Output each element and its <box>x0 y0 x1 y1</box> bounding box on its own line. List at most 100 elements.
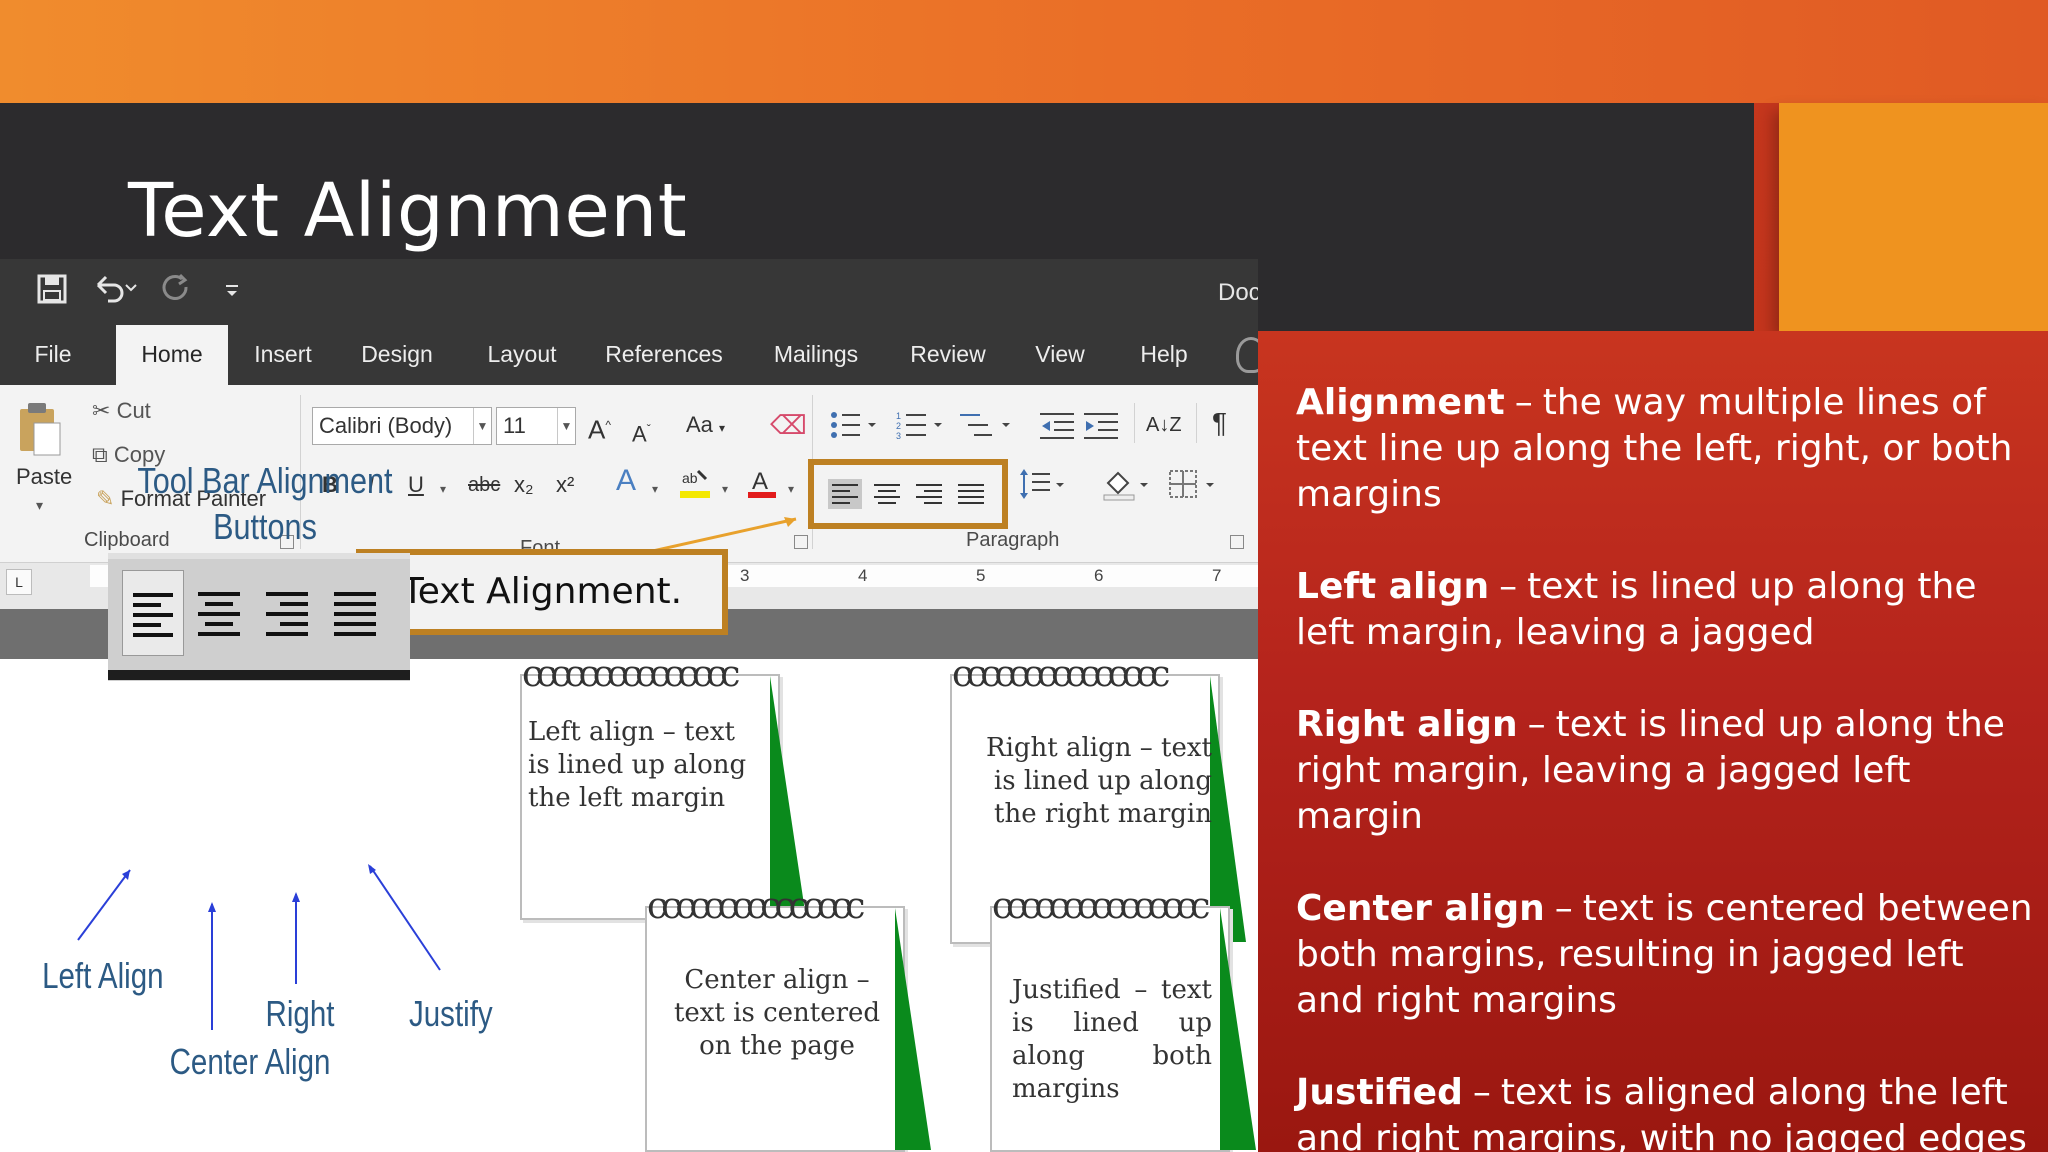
definition-separator: – <box>1499 566 1518 607</box>
definition-separator: – <box>1514 382 1533 423</box>
highlight-icon[interactable]: ab <box>678 467 712 506</box>
chevron-down-icon[interactable]: ▾ <box>36 491 43 519</box>
notepad-text: Center align – text is centered on the p… <box>673 965 881 1061</box>
group-divider <box>1196 403 1197 443</box>
underline-button[interactable]: U <box>408 471 424 499</box>
numbering-icon[interactable]: 123 <box>896 409 944 448</box>
definition-term: Alignment <box>1296 382 1505 423</box>
slide-title: Text Alignment <box>128 168 688 254</box>
alignment-buttons-highlight <box>808 459 1008 529</box>
definition-alignment: Alignment – the way multiple lines of text… <box>1296 380 2036 518</box>
strikethrough-button[interactable]: abc <box>468 471 500 499</box>
font-name-combo[interactable]: Calibri (Body) ▼ <box>312 407 492 445</box>
tab-file[interactable]: File <box>18 325 88 385</box>
spiral-rings: ccccccccccccccc <box>992 892 1210 922</box>
svg-text:2: 2 <box>896 421 901 431</box>
tab-view[interactable]: View <box>1030 325 1090 385</box>
redo-icon[interactable] <box>160 273 192 313</box>
definition-left-align: Left align – text is lined up along the le… <box>1296 564 2036 656</box>
text-effects-icon[interactable]: A <box>616 466 636 496</box>
svg-text:ab: ab <box>682 470 698 486</box>
tab-stop-selector[interactable]: L <box>6 569 32 595</box>
clear-formatting-icon[interactable]: ⌫ <box>770 411 807 439</box>
borders-icon[interactable] <box>1168 467 1216 508</box>
copy-icon: ⧉ <box>92 442 108 467</box>
spiral-rings: ccccccccccccccc <box>647 892 865 922</box>
show-marks-button[interactable]: ¶ <box>1212 409 1227 437</box>
notepad-text: Left align – text is lined up along the … <box>528 717 747 813</box>
notepad-text: Justified – text is lined up along both … <box>1012 975 1212 1104</box>
undo-icon[interactable] <box>92 273 138 313</box>
tab-layout[interactable]: Layout <box>478 325 566 385</box>
tab-mailings[interactable]: Mailings <box>764 325 868 385</box>
line-spacing-icon[interactable] <box>1018 467 1068 508</box>
chevron-down-icon[interactable]: ▾ <box>788 475 794 503</box>
definition-term: Left align <box>1296 566 1490 607</box>
superscript-button[interactable]: x² <box>556 471 574 499</box>
align-center-button[interactable] <box>870 479 904 509</box>
chevron-down-icon[interactable]: ▾ <box>440 475 446 503</box>
shrink-font-label: A <box>632 421 647 447</box>
notepad-text: Right align – text is lined up along the… <box>986 733 1212 829</box>
sort-button[interactable]: A↓Z <box>1146 411 1182 439</box>
grow-font-button[interactable]: A^ <box>588 411 611 444</box>
spiral-rings: ccccccccccccccc <box>952 660 1170 690</box>
tab-references[interactable]: References <box>602 325 726 385</box>
chevron-down-icon[interactable]: ▾ <box>652 475 658 503</box>
paragraph-launcher-icon[interactable] <box>1230 535 1244 549</box>
multilevel-list-icon[interactable] <box>960 409 1014 448</box>
tab-insert[interactable]: Insert <box>246 325 320 385</box>
document-title: Doc <box>1218 279 1258 306</box>
spiral-rings: ccccccccccccccc <box>522 660 740 690</box>
label-right: Right <box>265 993 335 1034</box>
customize-qat-icon[interactable] <box>224 273 240 313</box>
change-case-label: Aa <box>686 412 713 437</box>
paste-icon[interactable] <box>16 401 62 464</box>
change-case-button[interactable]: Aa ▾ <box>686 411 725 442</box>
scissors-icon: ✂ <box>92 398 111 423</box>
tab-home[interactable]: Home <box>116 325 228 385</box>
tab-help[interactable]: Help <box>1128 325 1200 385</box>
notepad-center-align: ccccccccccccccc Center align – text is c… <box>645 892 931 1152</box>
svg-text:3: 3 <box>896 431 901 441</box>
tab-design[interactable]: Design <box>354 325 440 385</box>
paste-button[interactable]: Paste <box>16 463 72 491</box>
definition-separator: – <box>1554 888 1573 929</box>
lightbulb-icon[interactable] <box>1236 337 1258 373</box>
font-size-combo[interactable]: 11 ▼ <box>496 407 576 445</box>
subscript-button[interactable]: x₂ <box>514 471 534 499</box>
chevron-down-icon[interactable]: ▾ <box>722 475 728 503</box>
justify-button[interactable] <box>954 479 988 509</box>
shading-icon[interactable] <box>1102 467 1150 508</box>
quick-access-toolbar: Doc <box>0 259 1258 325</box>
grow-font-label: A <box>588 414 606 445</box>
increase-indent-icon[interactable] <box>1084 409 1120 448</box>
brush-icon: ✎ <box>96 486 115 511</box>
save-icon[interactable] <box>36 273 68 313</box>
definition-center-align: Center align – text is centered between bo… <box>1296 886 2036 1024</box>
align-right-button[interactable] <box>912 479 946 509</box>
chevron-down-icon[interactable]: ▼ <box>557 408 575 444</box>
decrease-indent-icon[interactable] <box>1040 409 1076 448</box>
chevron-down-icon[interactable]: ▼ <box>473 408 491 444</box>
definition-term: Right align <box>1296 704 1518 745</box>
definition-term: Justified <box>1296 1072 1463 1113</box>
cut-label: Cut <box>116 398 151 423</box>
font-color-icon[interactable]: A <box>746 467 778 506</box>
ribbon-tabs: File Home Insert Design Layout Reference… <box>0 325 1258 385</box>
top-band <box>0 0 2048 103</box>
align-left-button[interactable] <box>828 479 862 509</box>
paragraph-group-label: Paragraph <box>966 529 1060 551</box>
ruler-number: 5 <box>976 566 986 585</box>
font-size-value: 11 <box>503 413 526 438</box>
definition-justified: Justified – text is aligned along the left… <box>1296 1070 2036 1152</box>
tab-review[interactable]: Review <box>904 325 992 385</box>
definition-term: Center align <box>1296 888 1545 929</box>
shrink-font-button[interactable]: Aˇ <box>632 415 651 448</box>
bullets-icon[interactable] <box>830 409 878 448</box>
definition-right-align: Right align – text is lined up along the r… <box>1296 702 2036 840</box>
page-curl <box>770 676 806 918</box>
page-curl <box>895 908 931 1150</box>
text-alignment-callout: Text Alignment. <box>356 549 728 635</box>
cut-button[interactable]: ✂ Cut <box>92 397 151 425</box>
